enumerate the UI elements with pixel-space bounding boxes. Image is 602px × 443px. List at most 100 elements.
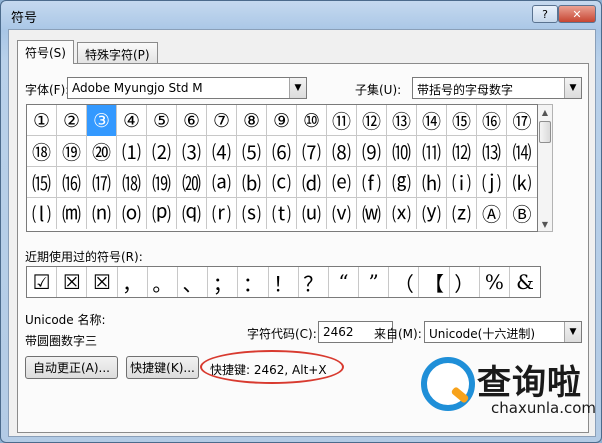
symbol-cell[interactable]: ⒴ xyxy=(417,198,447,229)
symbol-cell[interactable]: ② xyxy=(57,105,87,136)
symbol-cell[interactable]: ⒂ xyxy=(27,167,57,198)
recent-symbol-cell[interactable]: ☒ xyxy=(87,267,118,297)
symbol-cell[interactable]: ⒜ xyxy=(207,167,237,198)
recent-symbol-cell[interactable]: ： xyxy=(238,267,269,297)
autocorrect-button[interactable]: 自动更正(A)... xyxy=(25,356,118,379)
symbol-cell[interactable]: ⒇ xyxy=(177,167,207,198)
symbol-cell[interactable]: ⑾ xyxy=(417,136,447,167)
symbol-cell[interactable]: ⒬ xyxy=(177,198,207,229)
recent-symbol-cell[interactable]: ☑ xyxy=(27,267,58,297)
symbol-cell[interactable]: ③ xyxy=(87,105,117,136)
symbol-cell[interactable]: ⒞ xyxy=(267,167,297,198)
symbol-cell[interactable]: ⒮ xyxy=(237,198,267,229)
symbol-cell[interactable]: ⒦ xyxy=(507,167,537,198)
symbol-cell[interactable]: ⒆ xyxy=(147,167,177,198)
symbol-cell[interactable]: ⑵ xyxy=(147,136,177,167)
symbol-cell[interactable]: ⒪ xyxy=(117,198,147,229)
symbol-cell[interactable]: ⒰ xyxy=(297,198,327,229)
symbol-cell[interactable]: ⑭ xyxy=(417,105,447,136)
recent-symbol-cell[interactable]: ” xyxy=(359,267,390,297)
symbol-cell[interactable]: ⒣ xyxy=(417,167,447,198)
symbol-cell[interactable]: ⒠ xyxy=(327,167,357,198)
symbol-cell[interactable]: ⑤ xyxy=(147,105,177,136)
recent-symbol-cell[interactable]: 。 xyxy=(148,267,178,297)
symbol-cell[interactable]: ⑳ xyxy=(87,136,117,167)
scroll-thumb[interactable] xyxy=(539,121,551,143)
recent-symbol-cell[interactable]: ！ xyxy=(269,267,299,297)
symbol-cell[interactable]: ① xyxy=(27,105,57,136)
symbol-grid-scrollbar[interactable]: ▲ ▼ xyxy=(538,104,553,232)
symbol-cell[interactable]: ⒄ xyxy=(87,167,117,198)
scroll-up-icon[interactable]: ▲ xyxy=(538,105,552,119)
recent-symbol-cell[interactable]: % xyxy=(480,267,510,297)
symbol-cell[interactable]: ⑪ xyxy=(327,105,357,136)
symbol-cell[interactable]: ⒧ xyxy=(27,198,57,229)
symbol-cell[interactable]: ⒭ xyxy=(207,198,237,229)
symbol-cell[interactable]: ⒤ xyxy=(447,167,477,198)
symbol-cell[interactable]: ⒥ xyxy=(477,167,507,198)
recent-symbol-cell[interactable]: “ xyxy=(329,267,360,297)
recent-symbol-cell[interactable]: （ xyxy=(389,267,420,297)
symbol-cell[interactable]: ⒡ xyxy=(357,167,387,198)
symbol-cell[interactable]: ⑧ xyxy=(237,105,267,136)
symbol-cell[interactable]: ⑻ xyxy=(327,136,357,167)
symbol-cell[interactable]: ⑲ xyxy=(57,136,87,167)
symbol-cell[interactable]: ⑷ xyxy=(207,136,237,167)
symbol-cell[interactable]: ⑰ xyxy=(507,105,537,136)
chevron-down-icon[interactable]: ▼ xyxy=(564,78,581,98)
subset-select[interactable]: 带括号的字母数字 ▼ xyxy=(412,77,582,99)
symbol-cell[interactable]: ⑩ xyxy=(297,105,327,136)
symbol-cell[interactable]: ⑹ xyxy=(267,136,297,167)
symbol-cell[interactable]: ⑽ xyxy=(387,136,417,167)
symbol-cell[interactable]: ⑱ xyxy=(27,136,57,167)
symbol-cell[interactable]: ⑨ xyxy=(267,105,297,136)
symbol-cell[interactable]: ⑴ xyxy=(117,136,147,167)
symbol-cell[interactable]: ⒱ xyxy=(327,198,357,229)
help-button[interactable]: ? xyxy=(532,5,558,23)
symbol-cell[interactable]: ⒀ xyxy=(477,136,507,167)
symbol-cell[interactable]: ⑿ xyxy=(447,136,477,167)
recent-symbol-cell[interactable]: 、 xyxy=(178,267,209,297)
symbol-cell[interactable]: ⒃ xyxy=(57,167,87,198)
symbol-cell[interactable]: Ⓐ xyxy=(477,198,507,229)
shortcut-key-button[interactable]: 快捷键(K)... xyxy=(126,356,199,379)
from-select[interactable]: Unicode(十六进制) ▼ xyxy=(424,321,582,343)
symbol-cell[interactable]: ⑬ xyxy=(387,105,417,136)
symbol-cell[interactable]: ⒟ xyxy=(297,167,327,198)
recent-symbol-cell[interactable]: ☒ xyxy=(57,267,88,297)
recent-symbol-cell[interactable]: ； xyxy=(208,267,239,297)
symbol-cell[interactable]: ⒳ xyxy=(387,198,417,229)
recent-symbol-cell[interactable]: ， xyxy=(118,267,148,297)
symbol-cell[interactable]: ⒝ xyxy=(237,167,267,198)
chevron-down-icon[interactable]: ▼ xyxy=(289,78,306,98)
symbol-cell[interactable]: ⑼ xyxy=(357,136,387,167)
symbol-cell[interactable]: ⒵ xyxy=(447,198,477,229)
symbol-cell[interactable]: ⑶ xyxy=(177,136,207,167)
symbol-cell[interactable]: ⑺ xyxy=(297,136,327,167)
symbol-cell[interactable]: ⒨ xyxy=(57,198,87,229)
symbol-cell[interactable]: ⑮ xyxy=(447,105,477,136)
symbol-cell[interactable]: ⒫ xyxy=(147,198,177,229)
symbol-cell[interactable]: ⒯ xyxy=(267,198,297,229)
symbol-cell[interactable]: ⑯ xyxy=(477,105,507,136)
symbol-cell[interactable]: ⑥ xyxy=(177,105,207,136)
font-select[interactable]: Adobe Myungjo Std M ▼ xyxy=(67,77,307,99)
scroll-down-icon[interactable]: ▼ xyxy=(538,217,552,231)
symbol-cell[interactable]: ⒅ xyxy=(117,167,147,198)
symbol-cell[interactable]: ⑦ xyxy=(207,105,237,136)
recent-symbol-cell[interactable]: 【 xyxy=(419,267,450,297)
symbol-cell[interactable]: ⒢ xyxy=(387,167,417,198)
tab-special-characters[interactable]: 特殊字符(P) xyxy=(77,42,158,64)
recent-symbol-cell[interactable]: ） xyxy=(450,267,480,297)
recent-symbol-cell[interactable]: & xyxy=(510,267,540,297)
symbol-cell[interactable]: ⑸ xyxy=(237,136,267,167)
recent-symbol-cell[interactable]: ？ xyxy=(299,267,329,297)
symbol-cell[interactable]: ⑫ xyxy=(357,105,387,136)
close-button[interactable]: ✕ xyxy=(558,5,596,23)
symbol-cell[interactable]: ⒲ xyxy=(357,198,387,229)
symbol-cell[interactable]: Ⓑ xyxy=(507,198,537,229)
tab-symbols[interactable]: 符号(S) xyxy=(17,40,74,64)
symbol-cell[interactable]: ⒩ xyxy=(87,198,117,229)
symbol-cell[interactable]: ⒁ xyxy=(507,136,537,167)
symbol-cell[interactable]: ④ xyxy=(117,105,147,136)
